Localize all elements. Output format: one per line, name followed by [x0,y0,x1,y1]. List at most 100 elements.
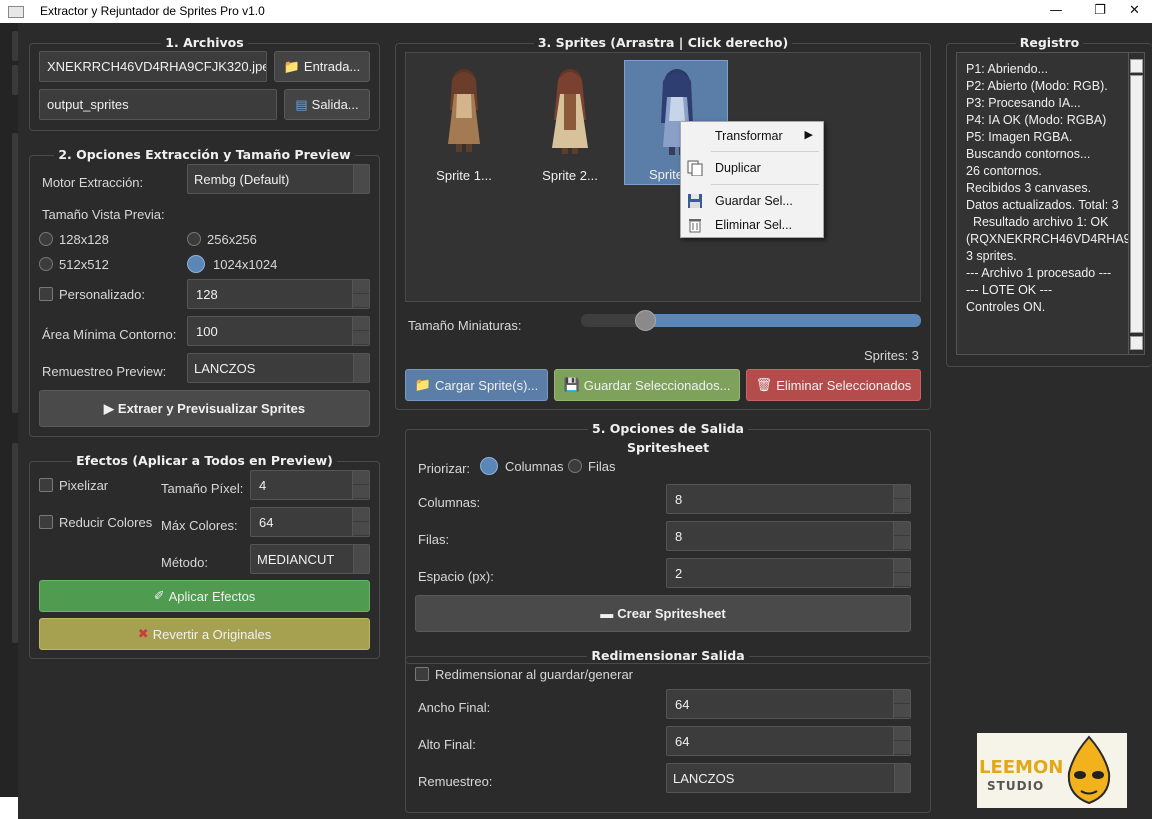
efectos-title: Efectos (Aplicar a Todos en Preview) [72,453,337,468]
redim-checkbox[interactable] [415,667,429,681]
menu-item-eliminar[interactable]: Eliminar Sel... [681,214,823,236]
thumb-slider[interactable] [581,310,921,331]
load-sprites-button[interactable]: 📁 Cargar Sprite(s)... [405,369,548,401]
salida-title: 5. Opciones de Salida [588,421,748,436]
filas-spin[interactable]: 8 [666,521,911,551]
ancho-label: Ancho Final: [418,700,491,715]
sprite-image [552,69,588,154]
area-label: Área Mínima Contorno: [42,327,177,342]
sprites-title: 3. Sprites (Arrastra | Click derecho) [533,35,793,50]
extract-button[interactable]: ▶ Extraer y Previsualizar Sprites [39,390,370,427]
folder-icon: 📁 [414,377,431,392]
menu-item-transformar[interactable]: Transformar ▶ [681,125,823,147]
grid-icon: ▬ [600,606,614,621]
context-menu: Transformar ▶ Duplicar Guardar Sel... El… [680,121,824,238]
folder-blue-icon: ▤ [295,96,308,112]
pixelizar-checkbox[interactable] [39,478,53,492]
radio-filas[interactable] [568,459,582,473]
leemon-studio-logo: LEEMON STUDIO [977,733,1127,808]
duplicate-icon [687,160,703,177]
columnas-label: Columnas: [418,495,481,510]
spritesheet-title: Spritesheet [626,440,710,455]
radio-256[interactable] [187,232,201,246]
logo-sub: STUDIO [987,779,1045,793]
main-window: 1. Archivos XNEKRRCH46VD4RHA9CFJK320.jpe… [0,23,1152,819]
area-spin[interactable]: 100 [187,316,370,346]
trash-icon: 🗑 [755,377,773,392]
radio-128[interactable] [39,232,53,246]
alto-spin[interactable]: 64 [666,726,911,756]
sprite-count: Sprites: 3 [864,348,919,363]
vista-label: Tamaño Vista Previa: [42,207,165,222]
sprite-item[interactable]: Sprite 2... [518,60,622,185]
window-title: Extractor y Rejuntador de Sprites Pro v1… [40,4,265,18]
alto-label: Alto Final: [418,737,476,752]
save-selected-button[interactable]: 💾 Guardar Seleccionados... [554,369,740,401]
output-button[interactable]: ▤ Salida... [284,89,370,120]
log-panel[interactable]: P1: Abriendo... P2: Abierto (Modo: RGB).… [956,52,1145,355]
metodo-combo[interactable]: MEDIANCUT [250,544,370,574]
slider-handle[interactable] [635,310,656,331]
filas-label: Filas: [418,532,450,547]
input-file-field[interactable]: XNEKRRCH46VD4RHA9CFJK320.jpeg [39,51,267,82]
columnas-spin[interactable]: 8 [666,484,911,514]
chevron-down-icon [894,764,910,792]
apply-effects-button[interactable]: ✐ Aplicar Efectos [39,580,370,612]
thumb-size-label: Tamaño Miniaturas: [408,318,522,333]
revert-button[interactable]: ✖ Revertir a Originales [39,618,370,650]
chevron-down-icon [353,545,369,573]
sprite-name: Sprite 1... [436,168,492,183]
sprite-image [448,69,480,152]
scroll-up-icon[interactable] [1130,59,1143,73]
delete-selected-button[interactable]: 🗑 Eliminar Seleccionados [746,369,921,401]
priorizar-label: Priorizar: [418,461,471,476]
motor-combo[interactable]: Rembg (Default) [187,164,370,194]
scroll-down-icon[interactable] [1130,336,1143,350]
log-scrollbar[interactable] [1128,53,1144,354]
custom-checkbox[interactable] [39,287,53,301]
menu-item-duplicar[interactable]: Duplicar [681,157,823,179]
redim-title: Redimensionar Salida [587,648,749,663]
archivos-title: 1. Archivos [161,35,248,50]
metodo-label: Método: [161,555,208,570]
sprite-name: Sprite 2... [542,168,598,183]
espacio-label: Espacio (px): [418,569,494,584]
radio-columnas[interactable] [480,457,498,475]
output-dir-field[interactable]: output_sprites [39,89,277,120]
floppy-icon: 💾 [563,377,580,392]
max-colores-spin[interactable]: 64 [250,507,370,537]
close-button[interactable]: ✕ [1117,0,1152,23]
sprite-item[interactable]: Sprite 1... [412,60,516,185]
app-icon [8,4,24,18]
wand-icon: ✐ [153,588,165,603]
scroll-thumb[interactable] [1130,75,1143,333]
menu-item-guardar[interactable]: Guardar Sel... [681,190,823,212]
floppy-icon [687,193,703,209]
input-button[interactable]: 📁 Entrada... [274,51,370,82]
radio-512[interactable] [39,257,53,271]
chevron-right-icon: ▶ [804,129,813,141]
sprite-list[interactable]: Sprite 1... Sprite 2... Sprite 3... [405,52,921,302]
folder-icon: 📁 [283,58,300,74]
chevron-down-icon [353,165,369,193]
remuestreo-combo[interactable]: LANCZOS [187,353,370,383]
create-spritesheet-button[interactable]: ▬ Crear Spritesheet [415,595,911,632]
ancho-spin[interactable]: 64 [666,689,911,719]
reducir-checkbox[interactable] [39,515,53,529]
remuestreo-out-combo[interactable]: LANCZOS [666,763,911,793]
tam-pixel-label: Tamaño Píxel: [161,481,244,496]
trash-icon [687,217,703,233]
registro-title: Registro [1015,35,1084,50]
logo-brand: LEEMON [979,757,1064,778]
cross-icon: ✖ [137,626,149,641]
minimize-button[interactable]: — [1033,0,1079,23]
espacio-spin[interactable]: 2 [666,558,911,588]
custom-size-spin[interactable]: 128 [187,279,370,309]
opciones-title: 2. Opciones Extracción y Tamaño Preview [54,147,355,162]
tam-pixel-spin[interactable]: 4 [250,470,370,500]
motor-label: Motor Extracción: [42,175,144,190]
remuestreo-label: Remuestreo Preview: [42,364,167,379]
log-text: P1: Abriendo... P2: Abierto (Modo: RGB).… [966,62,1144,314]
remuestreo-out-label: Remuestreo: [418,774,493,789]
radio-1024[interactable] [187,255,205,273]
